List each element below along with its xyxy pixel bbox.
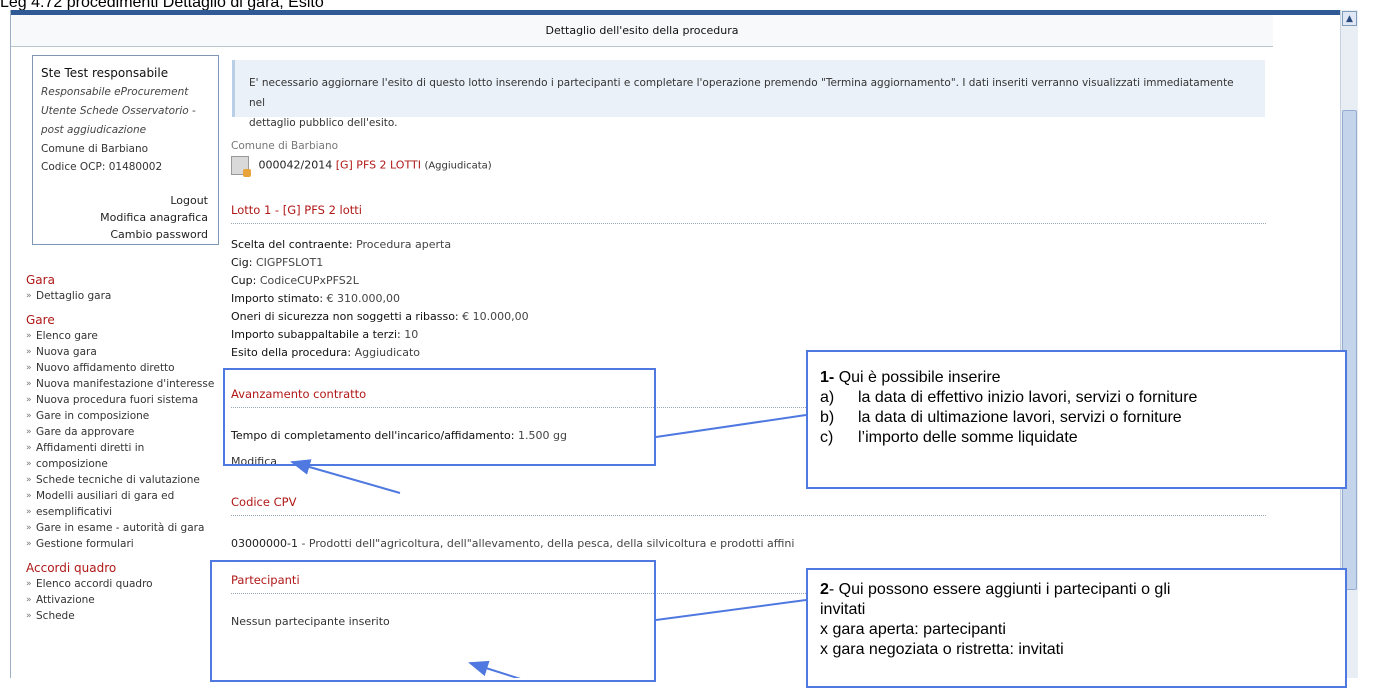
connector-line xyxy=(655,414,807,438)
arrow-to-modifica xyxy=(290,459,401,494)
connector-line xyxy=(655,599,807,621)
arrow-to-partecipanti xyxy=(468,660,521,678)
annotation-connectors xyxy=(290,414,807,678)
